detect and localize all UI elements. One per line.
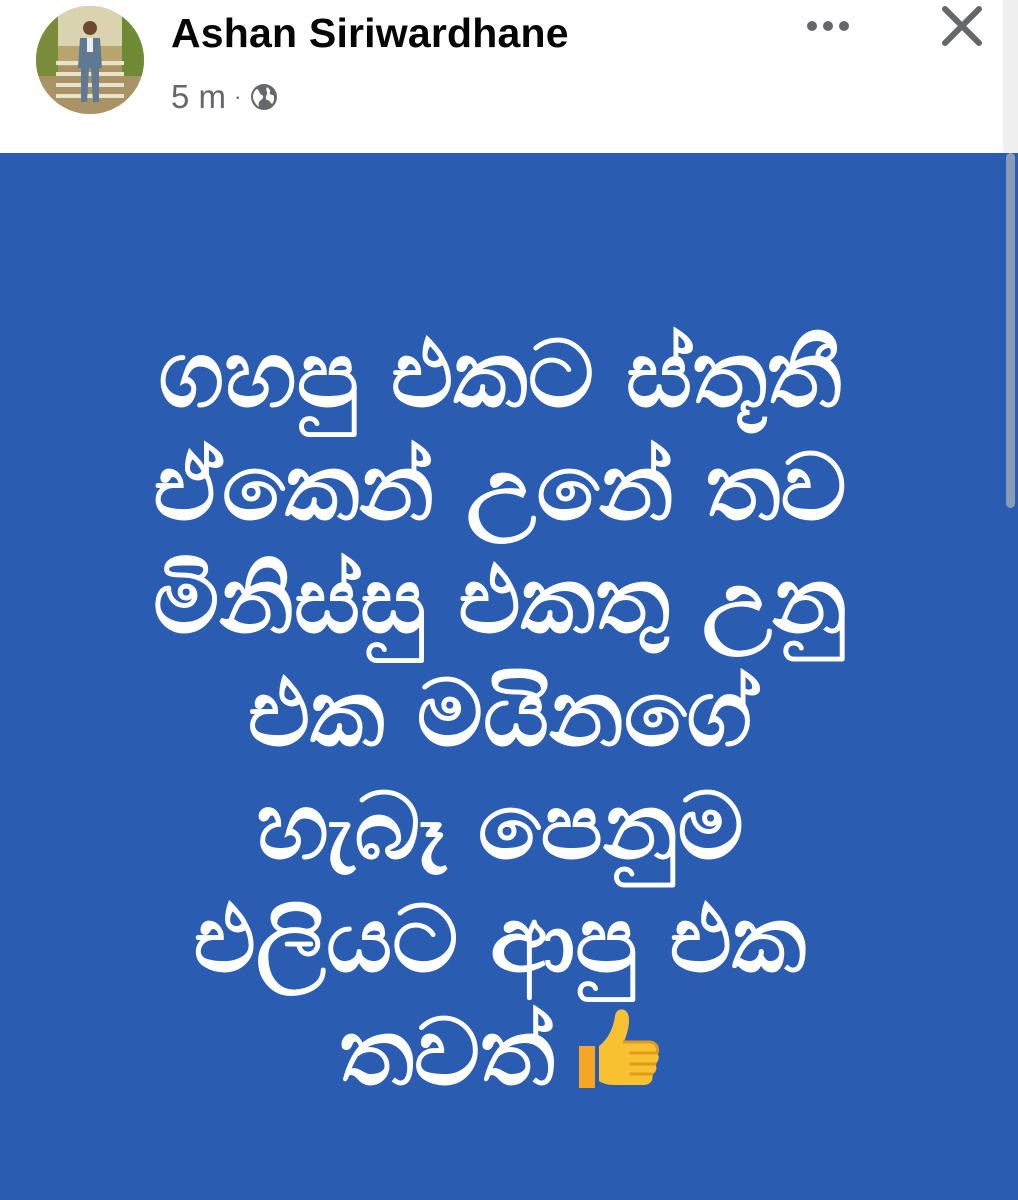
post-text-line: තවත් bbox=[339, 999, 555, 1106]
close-icon bbox=[942, 6, 982, 46]
globe-icon[interactable] bbox=[249, 82, 279, 112]
meta-separator: · bbox=[234, 84, 242, 109]
avatar-photo bbox=[36, 6, 144, 114]
post-text-line: හැබෑ පෙනුම bbox=[256, 773, 744, 880]
post-text-line: ඒකෙන් උනේ තව bbox=[153, 434, 847, 541]
more-dots-icon bbox=[807, 21, 849, 31]
post-header: Ashan Siriwardhane 5 m · bbox=[0, 0, 1018, 153]
post-message: ගහපු එකට ස්තූතී ඒකෙන් උනේ තව මිනිස්සු එක… bbox=[60, 318, 940, 1109]
close-button[interactable] bbox=[930, 0, 994, 52]
post-text-line: ගහපු එකට ස්තූතී bbox=[158, 321, 842, 428]
post-timestamp[interactable]: 5 m bbox=[171, 78, 226, 116]
author-name[interactable]: Ashan Siriwardhane bbox=[171, 10, 569, 57]
post-meta: 5 m · bbox=[171, 76, 279, 118]
post-text-last-line: තවත් bbox=[60, 996, 940, 1109]
scrollbar-track[interactable] bbox=[1003, 0, 1018, 153]
thumbs-up-icon bbox=[569, 1002, 661, 1094]
post-text-line: මිනිස්සු එකතු උනු bbox=[153, 547, 847, 654]
scrollbar-thumb[interactable] bbox=[1006, 153, 1015, 508]
post-text-line: එලියට ආපු එක bbox=[193, 886, 807, 993]
post-text-line: එක මයිනගේ bbox=[247, 660, 753, 767]
facebook-post-screen: Ashan Siriwardhane 5 m · ගහපු එකට ස්තූතී… bbox=[0, 0, 1018, 1200]
post-menu-button[interactable] bbox=[796, 4, 860, 48]
author-avatar[interactable] bbox=[36, 6, 144, 114]
